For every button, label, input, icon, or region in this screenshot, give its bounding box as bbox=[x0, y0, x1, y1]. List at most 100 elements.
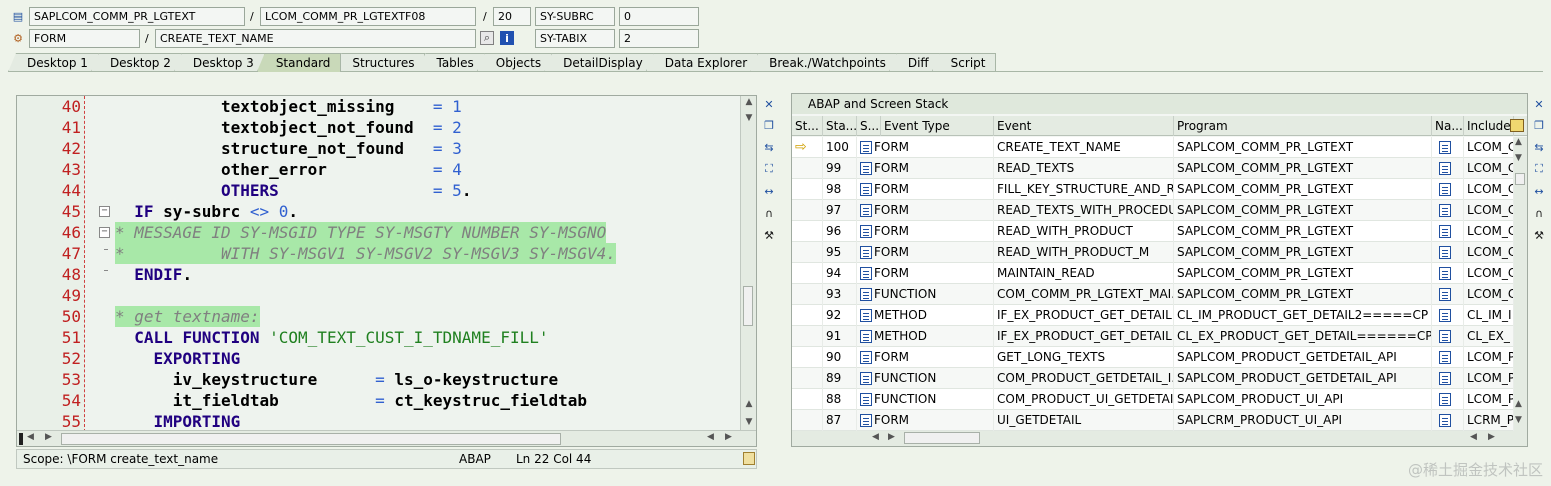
event-name-field[interactable]: CREATE_TEXT_NAME bbox=[155, 29, 476, 48]
table-row[interactable]: 92 METHOD IF_EX_PRODUCT_GET_DETAIL... CL_IM… bbox=[792, 305, 1514, 326]
search-icon[interactable]: ⌕ bbox=[480, 31, 494, 45]
table-row[interactable]: 96 FORM READ_WITH_PRODUCT SAPLCOM_COMM_PR_L… bbox=[792, 221, 1514, 242]
navigate-icon[interactable] bbox=[1439, 351, 1451, 364]
editor-vscrollbar[interactable]: ▲ ▼ ▲ ▼ bbox=[740, 96, 756, 432]
scroll-left-icon[interactable]: ◀ bbox=[27, 432, 34, 442]
tab-desktop-1[interactable]: Desktop 1 bbox=[8, 53, 99, 72]
table-row[interactable]: 97 FORM READ_TEXTS_WITH_PROCEDU... SAPLCOM_… bbox=[792, 200, 1514, 221]
column-header[interactable]: Program bbox=[1174, 116, 1432, 136]
navigate-icon[interactable] bbox=[1439, 288, 1451, 301]
close-icon[interactable]: ✕ bbox=[762, 97, 776, 111]
tab-break-watchpoints[interactable]: Break./Watchpoints bbox=[750, 53, 897, 72]
maximize-icon[interactable]: ⛶ bbox=[762, 162, 776, 176]
scroll-down-icon[interactable]: ▼ bbox=[742, 112, 756, 126]
navigate-icon[interactable] bbox=[1439, 183, 1451, 196]
scroll-right-icon[interactable]: ▶ bbox=[1488, 432, 1495, 442]
code-line[interactable]: 40 textobject_missing = 1 bbox=[17, 96, 756, 117]
program-field[interactable]: SAPLCOM_COMM_PR_LGTEXT bbox=[29, 7, 245, 26]
navigate-icon[interactable] bbox=[1439, 330, 1451, 343]
table-row[interactable]: 95 FORM READ_WITH_PRODUCT_M SAPLCOM_COMM_PR… bbox=[792, 242, 1514, 263]
swap-icon[interactable]: ⇆ bbox=[762, 140, 776, 154]
code-line[interactable]: 50 * get textname: bbox=[17, 306, 756, 327]
settings-icon[interactable]: ∩ bbox=[762, 206, 776, 220]
column-header[interactable]: S... bbox=[857, 116, 881, 136]
subrc-value[interactable]: 0 bbox=[619, 7, 699, 26]
code-line[interactable]: 48 ENDIF. bbox=[17, 264, 756, 285]
tab-desktop-2[interactable]: Desktop 2 bbox=[90, 53, 182, 72]
scroll-up-icon[interactable]: ▲ bbox=[1515, 137, 1522, 147]
tab-data-explorer[interactable]: Data Explorer bbox=[645, 53, 759, 72]
code-line[interactable]: 55 IMPORTING bbox=[17, 411, 756, 432]
scroll-right-icon[interactable]: ▶ bbox=[888, 432, 895, 442]
resize-icon[interactable]: ↔ bbox=[1532, 184, 1546, 198]
fold-toggle-icon[interactable]: − bbox=[99, 206, 110, 217]
code-line[interactable]: 42 structure_not_found = 3 bbox=[17, 138, 756, 159]
navigate-icon[interactable] bbox=[1439, 372, 1451, 385]
tab-detaildisplay[interactable]: DetailDisplay bbox=[544, 53, 654, 72]
line-field[interactable]: 20 bbox=[493, 7, 531, 26]
scroll-left-icon[interactable]: ◀ bbox=[872, 432, 879, 442]
tab-desktop-3[interactable]: Desktop 3 bbox=[173, 53, 265, 72]
code-line[interactable]: 45 − IF sy-subrc <> 0. bbox=[17, 201, 756, 222]
code-editor[interactable]: 40 textobject_missing = 1 41 textobject_n… bbox=[16, 95, 757, 447]
navigate-icon[interactable] bbox=[1439, 414, 1451, 427]
table-row[interactable]: 91 METHOD IF_EX_PRODUCT_GET_DETAIL... CL_EX… bbox=[792, 326, 1514, 347]
code-line[interactable]: 41 textobject_not_found = 2 bbox=[17, 117, 756, 138]
code-line[interactable]: 54 it_fieldtab = ct_keystruc_fieldtab bbox=[17, 390, 756, 411]
close-icon[interactable]: ✕ bbox=[1532, 97, 1546, 111]
table-row[interactable]: 99 FORM READ_TEXTS SAPLCOM_COMM_PR_LGTEXT LC… bbox=[792, 158, 1514, 179]
tab-objects[interactable]: Objects bbox=[476, 53, 553, 72]
code-line[interactable]: 53 iv_keystructure = ls_o-keystructure bbox=[17, 369, 756, 390]
tool-icon[interactable]: ⚒ bbox=[762, 228, 776, 242]
tab-script[interactable]: Script bbox=[931, 53, 997, 72]
table-row[interactable]: 90 FORM GET_LONG_TEXTS SAPLCOM_PRODUCT_GETD… bbox=[792, 347, 1514, 368]
table-row[interactable]: 93 FUNCTION COM_COMM_PR_LGTEXT_MAI... SAPLC… bbox=[792, 284, 1514, 305]
column-header[interactable]: St... bbox=[792, 116, 823, 136]
notes-icon[interactable] bbox=[743, 452, 755, 465]
include-field[interactable]: LCOM_COMM_PR_LGTEXTF08 bbox=[260, 7, 476, 26]
scroll-up-icon[interactable]: ▲ bbox=[742, 398, 756, 412]
table-row[interactable]: 87 FORM UI_GETDETAIL SAPLCRM_PRODUCT_UI_API… bbox=[792, 410, 1514, 431]
code-line[interactable]: 51 CALL FUNCTION 'COM_TEXT_CUST_I_TDNAME… bbox=[17, 327, 756, 348]
table-row[interactable]: 98 FORM FILL_KEY_STRUCTURE_AND_R... SAPLCOM… bbox=[792, 179, 1514, 200]
code-line[interactable]: 44 OTHERS = 5. bbox=[17, 180, 756, 201]
navigate-icon[interactable] bbox=[1439, 309, 1451, 322]
scroll-left-icon[interactable]: ◀ bbox=[1470, 432, 1477, 442]
tab-structures[interactable]: Structures bbox=[333, 53, 426, 72]
editor-hscrollbar[interactable]: ◀ ▶ ◀ ▶ bbox=[17, 430, 756, 446]
new-window-icon[interactable]: ❐ bbox=[1532, 118, 1546, 132]
code-line[interactable]: 52 EXPORTING bbox=[17, 348, 756, 369]
navigate-icon[interactable] bbox=[1439, 393, 1451, 406]
column-header[interactable]: Event bbox=[994, 116, 1174, 136]
scroll-up-icon[interactable]: ▲ bbox=[1515, 399, 1522, 409]
tab-tables[interactable]: Tables bbox=[417, 53, 485, 72]
scroll-thumb[interactable] bbox=[1515, 173, 1525, 185]
resize-icon[interactable]: ↔ bbox=[762, 184, 776, 198]
navigate-icon[interactable] bbox=[1439, 225, 1451, 238]
navigate-icon[interactable] bbox=[1439, 141, 1451, 154]
tab-standard[interactable]: Standard bbox=[256, 53, 342, 72]
scroll-right-icon[interactable]: ▶ bbox=[45, 432, 52, 442]
table-row[interactable]: 94 FORM MAINTAIN_READ SAPLCOM_COMM_PR_LGTEX… bbox=[792, 263, 1514, 284]
scroll-right-icon[interactable]: ▶ bbox=[725, 432, 732, 442]
table-row[interactable]: 89 FUNCTION COM_PRODUCT_GETDETAIL_I... SAPL… bbox=[792, 368, 1514, 389]
table-row[interactable]: 88 FUNCTION COM_PRODUCT_UI_GETDETAIL SAPLCO… bbox=[792, 389, 1514, 410]
tab-diff[interactable]: Diff bbox=[888, 53, 940, 72]
table-hscrollbar[interactable]: ◀ ▶ ◀ ▶ bbox=[792, 431, 1527, 446]
hscroll-thumb[interactable] bbox=[904, 432, 980, 444]
scroll-thumb[interactable] bbox=[743, 286, 753, 326]
swap-icon[interactable]: ⇆ bbox=[1532, 140, 1546, 154]
navigate-icon[interactable] bbox=[1439, 204, 1451, 217]
code-line[interactable]: 46 − * MESSAGE ID SY-MSGID TYPE SY-MSGTY N… bbox=[17, 222, 756, 243]
scroll-down-icon[interactable]: ▼ bbox=[742, 416, 756, 430]
tool-icon[interactable]: ⚒ bbox=[1532, 228, 1546, 242]
column-header[interactable]: Sta... bbox=[823, 116, 857, 136]
scroll-up-icon[interactable]: ▲ bbox=[742, 96, 756, 110]
new-window-icon[interactable]: ❐ bbox=[762, 118, 776, 132]
scroll-down-icon[interactable]: ▼ bbox=[1515, 153, 1522, 163]
hscroll-thumb[interactable] bbox=[61, 433, 561, 445]
column-layout-icon[interactable] bbox=[1510, 119, 1524, 132]
navigate-icon[interactable] bbox=[1439, 267, 1451, 280]
table-vscrollbar[interactable]: ▲ ▼ ▲ ▼ bbox=[1514, 137, 1527, 431]
column-header[interactable]: Na... bbox=[1432, 116, 1464, 136]
